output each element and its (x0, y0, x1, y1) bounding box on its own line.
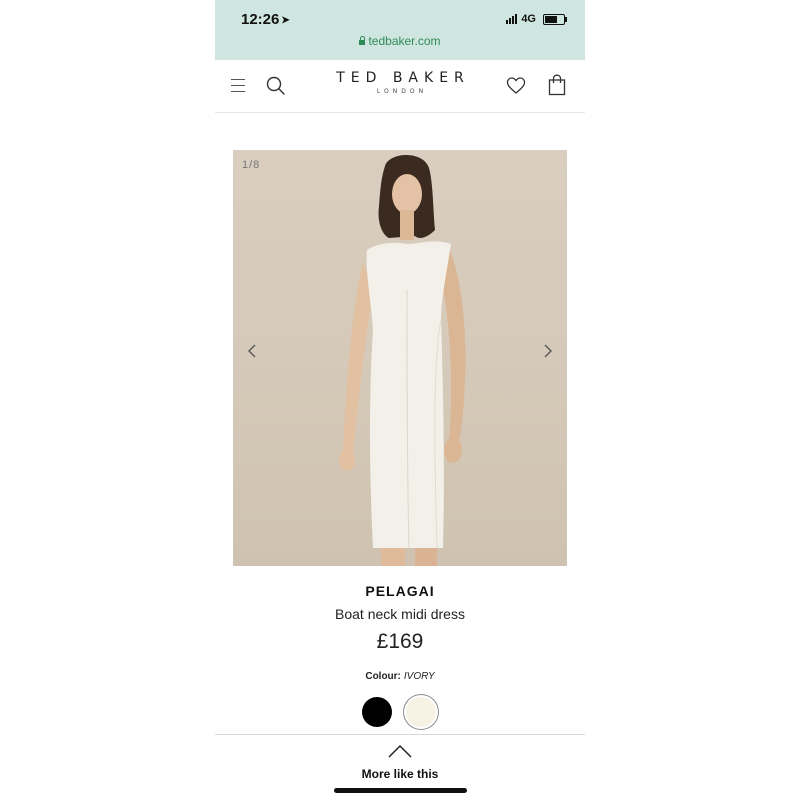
location-arrow-icon: ➤ (281, 15, 290, 26)
url-bar[interactable]: tedbaker.com (215, 34, 585, 48)
model-photo (339, 155, 466, 566)
status-time: 12:26 ➤ (241, 11, 290, 28)
network-label: 4G (521, 13, 536, 25)
more-like-this-label: More like this (361, 767, 439, 781)
swatch-black[interactable] (362, 697, 392, 727)
browser-top-bar: 12:26 ➤ 4G tedbaker.com (215, 0, 585, 60)
product-description: Boat neck midi dress (335, 606, 465, 622)
product-price: £169 (376, 630, 424, 653)
phone-screen: 12:26➤ 4G tedbaker.com TED BAKER LONDON (215, 0, 585, 800)
colour-value: IVORY (403, 671, 435, 682)
home-link[interactable] (340, 66, 460, 106)
home-indicator (334, 788, 467, 793)
product-name: PELAGAI (365, 583, 435, 599)
image-counter: 1/8 (242, 159, 261, 171)
chevron-left-icon[interactable] (243, 342, 261, 360)
divider (215, 734, 585, 735)
url-text: tedbaker.com (368, 34, 441, 48)
site-header: TED BAKER LONDON (215, 60, 585, 113)
status-indicators: 4G (506, 13, 567, 25)
chevron-right-icon[interactable] (539, 342, 557, 360)
swatch-ivory[interactable] (406, 697, 436, 727)
signal-icon (506, 14, 518, 24)
battery-icon (543, 13, 567, 25)
lock-icon (359, 36, 366, 45)
more-like-this-button[interactable]: More like this (340, 740, 460, 786)
status-time-text: 12:26 (241, 11, 280, 28)
product-image[interactable]: 1/8 (233, 150, 567, 566)
search-icon[interactable] (265, 75, 287, 97)
heart-icon[interactable] (506, 76, 526, 96)
menu-icon[interactable] (231, 79, 245, 92)
colour-label: Colour: (365, 671, 401, 682)
colour-info: Colour: IVORY (215, 671, 585, 682)
caret-up-icon (388, 744, 412, 758)
shopping-bag-icon[interactable] (548, 74, 566, 96)
